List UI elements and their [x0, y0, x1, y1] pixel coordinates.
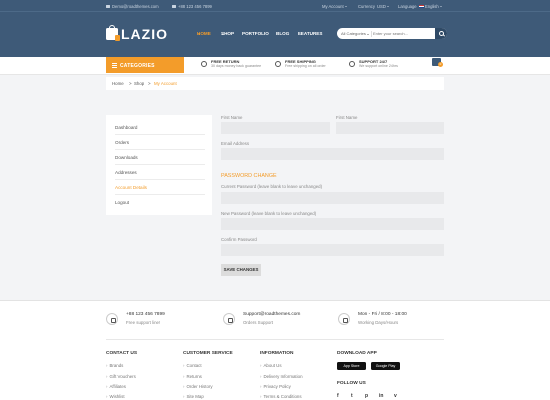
app-store-badge[interactable]: App Store	[337, 362, 366, 370]
chevron-down-icon	[366, 33, 369, 35]
breadcrumb-home[interactable]: Home	[112, 81, 124, 86]
shopping-bag-icon	[106, 25, 120, 41]
my-account-dropdown[interactable]: My Account	[322, 4, 347, 9]
new-password-field[interactable]	[221, 218, 444, 230]
last-name-label: First Name	[336, 115, 358, 120]
phone-icon	[106, 313, 118, 325]
cart-count-badge: 0	[438, 62, 443, 67]
account-menu: Dashboard Orders Downloads Addresses Acc…	[106, 115, 212, 215]
breadcrumb: Home > Shop > My Account	[106, 77, 444, 90]
sub-bar: CATEGORIES FREE RETURN 30 days money bac…	[0, 57, 550, 75]
flag-icon	[419, 4, 424, 8]
breadcrumb-current: My Account	[154, 81, 177, 87]
first-name-label: First Name	[221, 115, 243, 120]
chevron-down-icon	[439, 6, 442, 7]
google-play-badge[interactable]: Google Play	[371, 362, 400, 370]
currency-dropdown[interactable]: USD	[377, 4, 389, 9]
account-menu-orders[interactable]: Orders	[115, 140, 205, 150]
nav-shop[interactable]: SHOP	[221, 31, 234, 36]
footer-link[interactable]: Returns	[183, 374, 201, 379]
first-name-field[interactable]	[221, 122, 330, 134]
support-icon	[349, 61, 355, 67]
search-category-select[interactable]: All Categories	[341, 31, 369, 36]
footer-link[interactable]: Privacy Policy	[260, 384, 290, 389]
email-field[interactable]	[221, 148, 444, 160]
footer-link[interactable]: Affiliates	[106, 384, 126, 389]
topbar-phone[interactable]: +88 123 456 7899	[172, 4, 212, 9]
footer-link[interactable]: About Us	[260, 363, 281, 368]
mail-icon	[223, 313, 235, 325]
site-logo[interactable]: LAZIO	[106, 25, 168, 42]
phone-icon	[172, 5, 176, 8]
clock-icon	[338, 313, 350, 325]
confirm-password-label: Confirm Password	[221, 237, 257, 242]
account-menu-logout[interactable]: Logout	[115, 200, 205, 209]
new-password-label: New Password (leave blank to leave uncha…	[221, 211, 317, 216]
account-menu-addresses[interactable]: Addresses	[115, 170, 205, 180]
footer-heading-contact: CONTACT US	[106, 351, 138, 356]
search-button[interactable]	[435, 28, 447, 39]
currency-label: Currency	[358, 3, 375, 9]
breadcrumb-separator: >	[129, 81, 132, 87]
divider	[371, 30, 372, 37]
account-menu-downloads[interactable]: Downloads	[115, 155, 205, 165]
footer-heading-follow-us: FOLLOW US	[337, 381, 366, 386]
search-input[interactable]	[373, 29, 433, 38]
footer-link[interactable]: Site Map	[183, 394, 203, 399]
footer-link[interactable]: Brands	[106, 363, 123, 368]
nav-home[interactable]: HOME	[197, 31, 211, 36]
linkedin-icon[interactable]: in	[379, 393, 383, 399]
footer-link[interactable]: Contact	[183, 363, 201, 368]
topbar-email[interactable]: Demo@roadthemes.com	[106, 4, 159, 9]
site-header: Demo@roadthemes.com +88 123 456 7899 My …	[0, 0, 550, 57]
refresh-icon	[201, 61, 207, 67]
current-password-label: Current Password (leave blank to leave u…	[221, 184, 323, 189]
footer-link[interactable]: Gift Vouchers	[106, 374, 135, 379]
footer-link[interactable]: Delivery Information	[260, 374, 302, 379]
search-bar: All Categories	[337, 28, 447, 39]
breadcrumb-shop[interactable]: Shop	[134, 81, 144, 86]
password-change-heading: PASSWORD CHANGE	[221, 173, 277, 179]
language-dropdown[interactable]: English	[419, 4, 442, 9]
pinterest-icon[interactable]: p	[365, 393, 368, 399]
email-label: Email Address	[221, 141, 250, 146]
footer-heading-customer-service: CUSTOMER SERVICE	[183, 351, 233, 356]
chevron-down-icon	[386, 6, 389, 7]
facebook-icon[interactable]: f	[337, 393, 339, 399]
confirm-password-field[interactable]	[221, 244, 444, 256]
divider	[106, 339, 444, 340]
nav-features[interactable]: FEATURES	[298, 31, 322, 36]
footer-link[interactable]: Order History	[183, 384, 212, 389]
menu-icon	[112, 62, 117, 68]
account-menu-account-details[interactable]: Account Details	[115, 185, 205, 195]
vimeo-icon[interactable]: v	[394, 393, 397, 399]
chevron-down-icon	[344, 6, 347, 7]
account-menu-dashboard[interactable]: Dashboard	[115, 125, 205, 135]
current-password-field[interactable]	[221, 192, 444, 204]
save-changes-button[interactable]: SAVE CHANGES	[221, 264, 261, 276]
language-label: Language	[398, 3, 417, 9]
footer-link[interactable]: Wishlist	[106, 394, 124, 399]
categories-button[interactable]: CATEGORIES	[106, 57, 184, 73]
footer-link[interactable]: Terms & Conditions	[260, 394, 301, 399]
footer-heading-information: INFORMATION	[260, 351, 294, 356]
site-footer: +88 123 456 7899 Free support line! Supp…	[0, 300, 550, 400]
footer-heading-download-app: DOWNLOAD APP	[337, 351, 377, 356]
twitter-icon[interactable]: t	[351, 393, 353, 399]
top-bar: Demo@roadthemes.com +88 123 456 7899 My …	[0, 0, 550, 12]
mail-icon	[106, 5, 110, 8]
breadcrumb-separator: >	[148, 81, 151, 87]
truck-icon	[275, 61, 281, 67]
last-name-field[interactable]	[336, 122, 444, 134]
